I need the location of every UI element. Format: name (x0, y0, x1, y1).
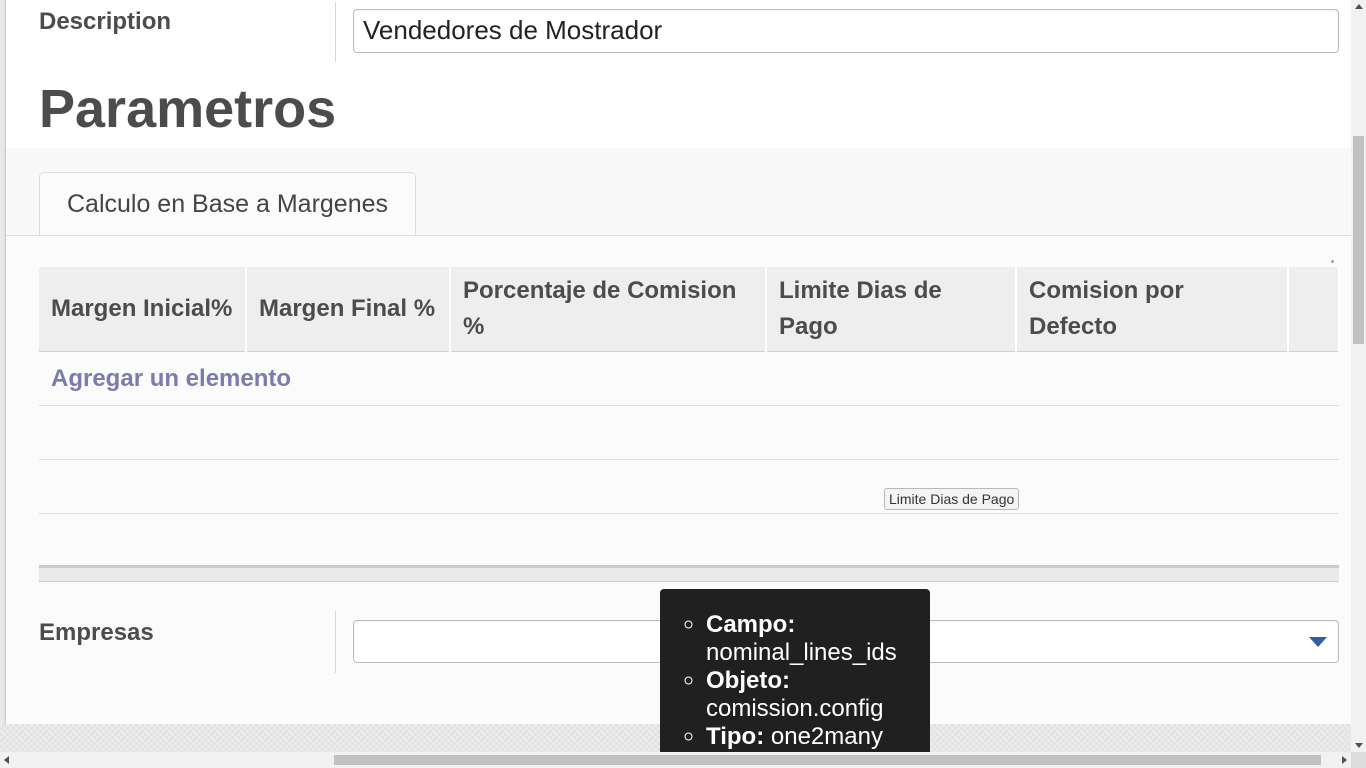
scroll-right-arrow-icon[interactable] (1342, 756, 1347, 764)
tooltip-item-objeto: Objeto:comission.config (706, 667, 930, 723)
vertical-scrollbar[interactable] (1351, 0, 1366, 752)
description-separator (335, 2, 336, 62)
description-input[interactable]: Vendedores de Mostrador (353, 9, 1339, 53)
table-row (39, 459, 1339, 514)
scroll-down-arrow-icon[interactable] (1355, 743, 1363, 748)
scrollbar-corner (1351, 752, 1366, 768)
table-header-row: Margen Inicial% Margen Final % Porcentaj… (39, 267, 1340, 352)
empresas-label: Empresas (39, 619, 154, 646)
field-info-tooltip: Campo:nominal_lines_ids Objeto:comission… (660, 589, 930, 752)
table-row (39, 405, 1339, 460)
margins-table: Margen Inicial% Margen Final % Porcentaj… (39, 267, 1340, 568)
table-footer (39, 565, 1339, 582)
column-margen-final[interactable]: Margen Final % (246, 267, 451, 352)
description-label: Description (39, 8, 172, 35)
table-row (39, 513, 1339, 568)
column-hint-tooltip: Limite Dias de Pago (884, 488, 1020, 510)
tab-calculo-margenes[interactable]: Calculo en Base a Margenes (39, 172, 416, 235)
tooltip-list: Campo:nominal_lines_ids Objeto:comission… (660, 589, 930, 751)
tooltip-item-campo: Campo:nominal_lines_ids (706, 611, 930, 667)
horizontal-scroll-thumb[interactable] (334, 755, 1321, 765)
vertical-scroll-thumb[interactable] (1353, 136, 1364, 344)
section-title: Parametros (39, 79, 337, 139)
scroll-up-arrow-icon[interactable] (1355, 4, 1363, 9)
empresas-separator (335, 611, 336, 673)
add-item-row: Agregar un elemento (39, 351, 1339, 406)
horizontal-scrollbar[interactable] (0, 752, 1351, 768)
add-item-link[interactable]: Agregar un elemento (51, 365, 291, 392)
resize-dot (1331, 260, 1334, 263)
column-limite-dias-pago[interactable]: Limite Dias de Pago (766, 267, 1017, 352)
column-porcentaje-comision[interactable]: Porcentaje de Comision % (450, 267, 767, 352)
column-actions (1288, 267, 1340, 352)
scroll-left-arrow-icon[interactable] (4, 756, 9, 764)
column-comision-defecto[interactable]: Comision por Defecto (1016, 267, 1289, 352)
tooltip-item-tipo: Tipo: one2many (706, 723, 930, 751)
column-margen-inicial[interactable]: Margen Inicial% (39, 267, 247, 352)
chevron-down-icon[interactable] (1309, 637, 1327, 647)
